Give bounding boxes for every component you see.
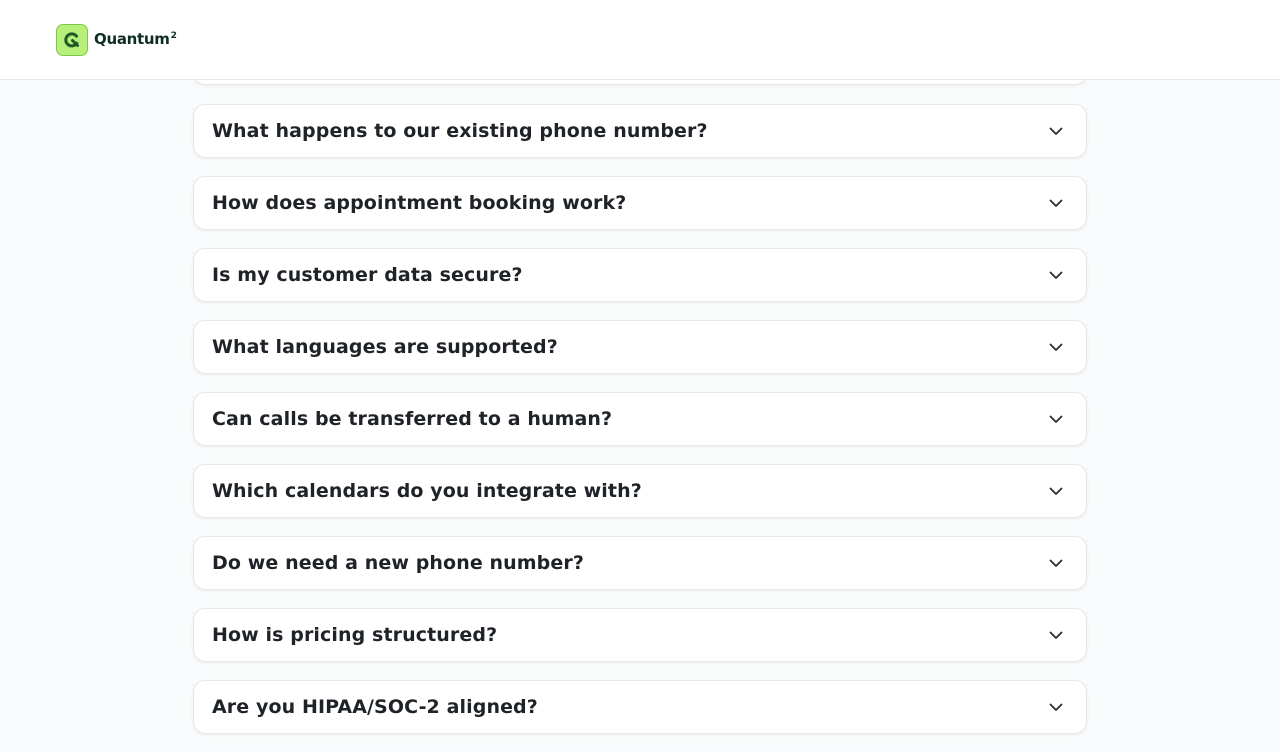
faq-question: Is my customer data secure?	[212, 264, 523, 286]
q-logo-icon	[56, 24, 88, 56]
faq-question: What happens to our existing phone numbe…	[212, 120, 708, 142]
chevron-down-icon[interactable]	[1046, 121, 1066, 141]
faq-question: Which calendars do you integrate with?	[212, 480, 642, 502]
faq-item[interactable]: Are you HIPAA/SOC-2 aligned?	[193, 680, 1087, 734]
faq-question: How does appointment booking work?	[212, 192, 627, 214]
faq-item[interactable]: How is pricing structured?	[193, 608, 1087, 662]
chevron-down-icon[interactable]	[1046, 409, 1066, 429]
faq-list: What happens to our existing phone numbe…	[193, 104, 1087, 752]
faq-item[interactable]: Do we need a new phone number?	[193, 536, 1087, 590]
chevron-down-icon[interactable]	[1046, 697, 1066, 717]
brand-name: Quantum2	[94, 30, 177, 48]
faq-item[interactable]: What languages are supported?	[193, 320, 1087, 374]
faq-item[interactable]: Which calendars do you integrate with?	[193, 464, 1087, 518]
faq-question: How is pricing structured?	[212, 624, 498, 646]
chevron-down-icon[interactable]	[1046, 337, 1066, 357]
chevron-down-icon[interactable]	[1046, 625, 1066, 645]
brand-logo[interactable]: Quantum2	[56, 24, 177, 56]
faq-item[interactable]: How does appointment booking work?	[193, 176, 1087, 230]
chevron-down-icon[interactable]	[1046, 265, 1066, 285]
chevron-down-icon[interactable]	[1046, 553, 1066, 573]
brand-superscript: 2	[170, 31, 177, 41]
faq-question: Can calls be transferred to a human?	[212, 408, 613, 430]
site-header: Quantum2	[0, 0, 1280, 80]
faq-item[interactable]: What happens to our existing phone numbe…	[193, 104, 1087, 158]
faq-question: What languages are supported?	[212, 336, 558, 358]
faq-question: Do we need a new phone number?	[212, 552, 584, 574]
faq-question: Are you HIPAA/SOC-2 aligned?	[212, 696, 538, 718]
faq-item[interactable]: Is my customer data secure?	[193, 248, 1087, 302]
faq-item[interactable]: Can calls be transferred to a human?	[193, 392, 1087, 446]
chevron-down-icon[interactable]	[1046, 193, 1066, 213]
chevron-down-icon[interactable]	[1046, 481, 1066, 501]
